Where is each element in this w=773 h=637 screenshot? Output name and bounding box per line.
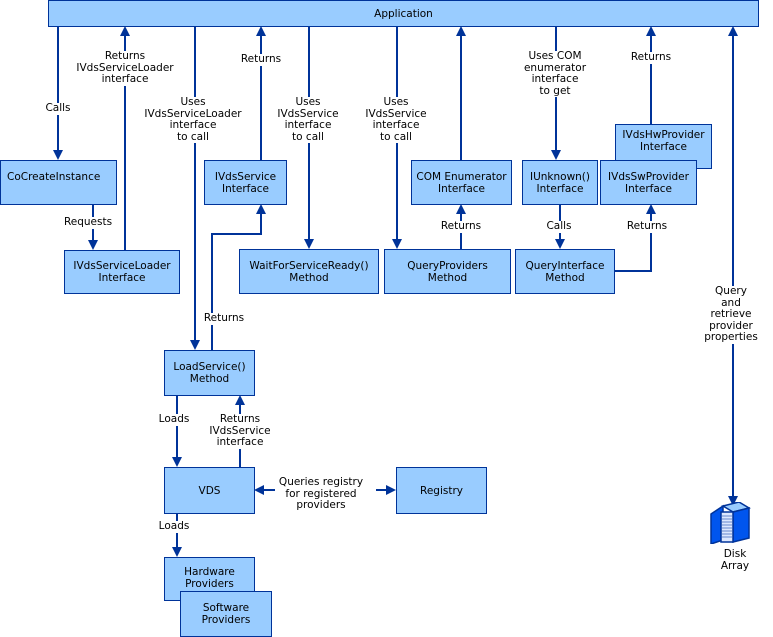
arrowhead	[646, 26, 656, 36]
arrowhead	[254, 485, 264, 495]
arrowhead	[386, 485, 396, 495]
ivdsswprovider-box: IVdsSwProvider Interface	[600, 160, 697, 205]
label-calls-qi: Calls	[546, 220, 572, 233]
registry-box: Registry	[396, 467, 487, 514]
label-disk-array: Disk Array	[716, 548, 754, 572]
vds-box: VDS	[164, 467, 255, 514]
label-query-retrieve: Query and retrieve provider properties	[704, 285, 758, 344]
application-box: Application	[48, 0, 759, 27]
label-uses-service-wait: Uses IVdsService interface to call	[277, 96, 339, 143]
arrowhead	[172, 547, 182, 557]
queryproviders-box: QueryProviders Method	[384, 249, 511, 294]
label-returns-service: Returns	[240, 53, 282, 66]
arrowhead	[728, 26, 738, 36]
queryinterface-box: QueryInterface Method	[515, 249, 615, 294]
label-returns-load: Returns	[203, 312, 245, 325]
arrowhead	[456, 26, 466, 36]
label-returns-ivds: Returns IVdsService interface	[209, 413, 271, 449]
label-returns-hw: Returns	[630, 51, 672, 64]
server-icon	[710, 502, 751, 544]
label-uses-com: Uses COM enumerator interface to get	[523, 50, 587, 97]
com-enumerator-box: COM Enumerator Interface	[411, 160, 512, 205]
waitforserviceready-box: WaitForServiceReady() Method	[239, 249, 379, 294]
label-requests: Requests	[63, 216, 113, 229]
cocreateinstance-box: CoCreateInstance	[0, 160, 117, 205]
ivdsserviceloader-box: IVdsServiceLoader Interface	[64, 250, 180, 294]
label-uses-service-query: Uses IVdsService interface to call	[365, 96, 427, 143]
arrowhead	[190, 340, 200, 350]
arrowhead	[456, 204, 466, 214]
label-uses-loader: Uses IVdsServiceLoader interface to call	[144, 96, 242, 143]
arrowhead	[646, 204, 656, 214]
label-loads-providers: Loads	[158, 520, 190, 533]
arrowhead	[53, 150, 63, 160]
software-providers-box: Software Providers	[180, 591, 272, 637]
arrowhead	[392, 239, 402, 249]
label-loads-vds: Loads	[158, 413, 190, 426]
label-returns-com: Returns	[440, 220, 482, 233]
arrowhead	[304, 239, 314, 249]
arrowhead	[256, 204, 266, 214]
iunknown-box: IUnknown() Interface	[522, 160, 598, 205]
arrowhead	[256, 26, 266, 36]
arrowhead	[551, 150, 561, 160]
label-returns-loader: Returns IVdsServiceLoader interface	[76, 50, 174, 86]
ivdsservice-box: IVdsService Interface	[204, 160, 287, 205]
label-calls: Calls	[45, 102, 71, 115]
arrowhead	[555, 239, 565, 249]
arrowhead	[120, 26, 130, 36]
arrowhead	[172, 457, 182, 467]
label-queries-registry: Queries registry for registered provider…	[278, 476, 364, 512]
arrowhead	[88, 240, 98, 250]
arrowhead	[235, 395, 245, 405]
loadservice-box: LoadService() Method	[164, 350, 255, 396]
label-returns-sw: Returns	[626, 220, 668, 233]
